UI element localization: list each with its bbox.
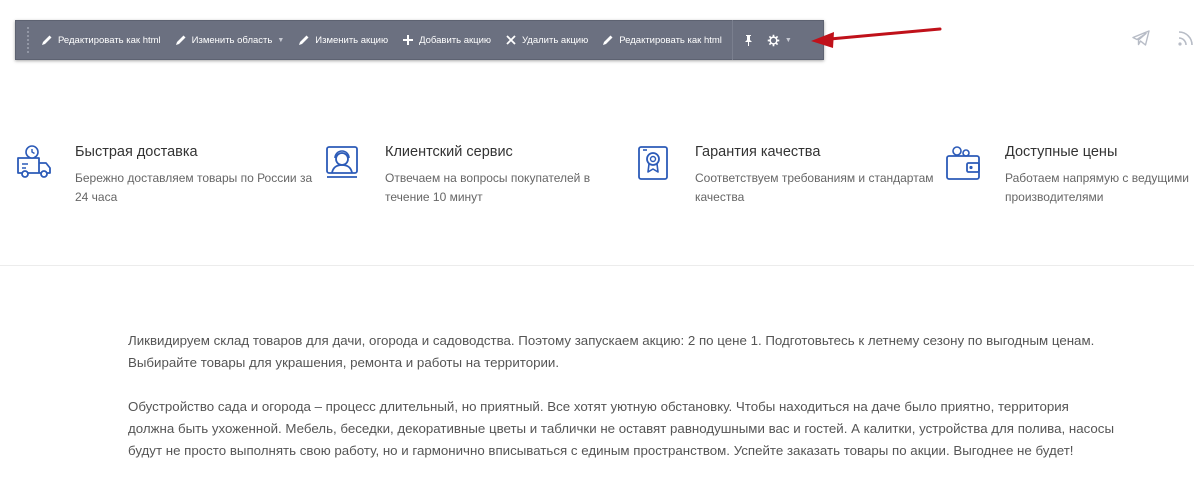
edit-area-label: Изменить область — [191, 34, 273, 46]
pencil-icon — [175, 35, 186, 45]
pencil-icon — [42, 35, 52, 45]
edit-area-button[interactable]: Изменить область ▼ — [168, 20, 292, 60]
edit-as-html-label-2: Редактировать как html — [619, 34, 722, 46]
close-icon — [506, 35, 516, 45]
feature-description: Работаем напрямую с ведущими производите… — [1005, 171, 1189, 204]
delete-promo-label: Удалить акцию — [522, 34, 589, 46]
edit-promo-label: Изменить акцию — [315, 34, 389, 46]
telegram-icon[interactable] — [1131, 28, 1151, 48]
admin-toolbar: Редактировать как html Изменить область … — [15, 20, 824, 60]
feature-title: Доступные цены — [1005, 144, 1118, 160]
feature-title: Быстрая доставка — [75, 144, 198, 160]
toolbar-separator — [731, 20, 733, 60]
customer-service-icon — [326, 146, 358, 178]
paragraph: Обустройство сада и огорода – процесс дл… — [128, 399, 1115, 458]
edit-as-html-button-2[interactable]: Редактировать как html — [595, 20, 729, 60]
edit-as-html-button[interactable]: Редактировать как html — [34, 20, 168, 60]
toolbar-drag-handle[interactable] — [26, 26, 30, 54]
feature-quality: Гарантия качества Соответствуем требован… — [635, 140, 935, 220]
feature-customer-service: Клиентский сервис Отвечаем на вопросы по… — [325, 140, 625, 220]
pencil-icon — [299, 35, 309, 45]
add-promo-button[interactable]: Добавить акцию — [395, 20, 498, 60]
feature-description: Соответствуем требованиям и стандартам к… — [695, 171, 934, 204]
feature-delivery: Быстрая доставка Бережно доставляем това… — [15, 140, 315, 220]
pin-button[interactable] — [736, 20, 761, 60]
plus-icon — [403, 35, 414, 45]
wallet-icon — [946, 146, 980, 180]
delete-promo-button[interactable]: Удалить акцию — [498, 20, 595, 60]
promo-description: Ликвидируем склад товаров для дачи, огор… — [128, 330, 1118, 484]
feature-description: Бережно доставляем товары по России за 2… — [75, 171, 313, 204]
pin-icon — [744, 34, 752, 46]
feature-title: Гарантия качества — [695, 144, 821, 160]
settings-button[interactable]: ▼ — [761, 20, 798, 60]
rss-icon[interactable] — [1176, 28, 1194, 48]
pencil-icon — [603, 35, 613, 45]
feature-description: Отвечаем на вопросы покупателей в течени… — [385, 171, 591, 204]
section-divider — [0, 265, 1194, 266]
paragraph: Ликвидируем склад товаров для дачи, огор… — [128, 333, 1095, 370]
features-row: Быстрая доставка Бережно доставляем това… — [0, 140, 1194, 220]
edit-as-html-label: Редактировать как html — [58, 34, 161, 46]
chevron-down-icon[interactable]: ▼ — [785, 37, 792, 44]
delivery-truck-icon — [17, 145, 51, 178]
feature-prices: Доступные цены Работаем напрямую с ведущ… — [945, 140, 1194, 220]
add-promo-label: Добавить акцию — [419, 34, 492, 46]
gear-icon — [767, 34, 780, 46]
feature-title: Клиентский сервис — [385, 144, 513, 160]
chevron-down-icon[interactable]: ▼ — [277, 37, 284, 44]
red-arrow-annotation — [811, 27, 942, 48]
certificate-icon — [638, 146, 668, 180]
edit-promo-button[interactable]: Изменить акцию — [291, 20, 395, 60]
